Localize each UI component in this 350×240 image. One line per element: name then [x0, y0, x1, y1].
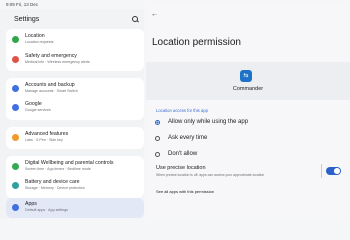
item-sublabel: Screen time · App timers · Bedtime mode: [25, 167, 91, 171]
item-sublabel: Medical info · Wireless emergency alerts: [25, 60, 90, 64]
option-label: Don't allow: [168, 151, 198, 157]
item-sublabel: Storage · Memory · Device protection: [25, 186, 85, 190]
settings-pane: Settings Location Location requests Safe…: [0, 9, 144, 218]
settings-group-5: Apps Default apps · App settings: [6, 198, 144, 218]
item-sublabel: Labs · S Pen · Side key: [25, 138, 63, 142]
divider: [321, 164, 322, 178]
commander-app-icon: ⇆: [240, 70, 252, 82]
option-dont-allow[interactable]: Don't allow: [154, 149, 344, 163]
settings-item-battery[interactable]: Battery and device care Storage · Memory…: [6, 176, 144, 196]
wellbeing-icon: [12, 163, 19, 170]
item-sublabel: Google services: [25, 108, 51, 112]
google-icon: [12, 104, 19, 111]
radio-selected-icon[interactable]: [155, 120, 160, 125]
item-label: Location: [25, 33, 45, 39]
item-label: Battery and device care: [25, 179, 80, 185]
settings-group-2: Accounts and backup Manage accounts · Sm…: [6, 78, 144, 120]
option-ask-every-time[interactable]: Ask every time: [154, 133, 344, 147]
settings-title: Settings: [14, 16, 40, 23]
app-header: ⇆ Commander: [146, 62, 350, 100]
precise-location-description: When precise location is off, apps can a…: [156, 173, 265, 177]
settings-item-advanced[interactable]: Advanced features Labs · S Pen · Side ke…: [6, 128, 144, 148]
option-allow-while-using[interactable]: Allow only while using the app: [154, 117, 344, 131]
accounts-icon: [12, 85, 19, 92]
settings-group-4: Digital Wellbeing and parental controls …: [6, 156, 144, 198]
settings-item-wellbeing[interactable]: Digital Wellbeing and parental controls …: [6, 157, 144, 177]
item-label: Safety and emergency: [25, 53, 77, 59]
radio-unselected-icon[interactable]: [155, 152, 160, 157]
item-sublabel: Location requests: [25, 40, 54, 44]
settings-header: Settings: [8, 15, 140, 27]
screen: 9:09 Fri, 13 Dec 97% Settings Location L…: [0, 0, 350, 218]
item-label: Apps: [25, 201, 37, 207]
item-label: Advanced features: [25, 131, 69, 137]
battery-care-icon: [12, 182, 19, 189]
item-sublabel: Manage accounts · Smart Switch: [25, 89, 78, 93]
item-label: Digital Wellbeing and parental controls: [25, 160, 114, 166]
option-label: Ask every time: [168, 135, 208, 141]
clock-text: 9:09: [6, 2, 15, 7]
option-label: Allow only while using the app: [168, 119, 249, 125]
settings-item-google[interactable]: Google Google services: [6, 98, 144, 118]
settings-item-apps[interactable]: Apps Default apps · App settings: [6, 198, 144, 218]
settings-item-accounts[interactable]: Accounts and backup Manage accounts · Sm…: [6, 79, 144, 99]
see-all-apps-link[interactable]: See all apps with this permission: [156, 189, 214, 194]
precise-location-toggle[interactable]: [326, 167, 341, 175]
date-text: Fri, 13 Dec: [16, 2, 39, 7]
location-icon: [12, 36, 19, 43]
status-bar: 9:09 Fri, 13 Dec 97%: [0, 0, 350, 211]
advanced-features-icon: [12, 134, 19, 141]
radio-unselected-icon[interactable]: [155, 136, 160, 141]
section-label: Location access for this app: [156, 108, 208, 113]
settings-item-safety[interactable]: Safety and emergency Medical info · Wire…: [6, 50, 144, 70]
item-label: Google: [25, 101, 42, 107]
search-icon[interactable]: [132, 16, 138, 22]
safety-icon: [12, 56, 19, 63]
item-label: Accounts and backup: [25, 82, 75, 88]
status-time: 9:09 Fri, 13 Dec: [6, 2, 38, 7]
permission-pane: ← Location permission ⇆ Commander Locati…: [146, 9, 350, 218]
page-title: Location permission: [152, 37, 241, 48]
settings-group-1: Location Location requests Safety and em…: [6, 29, 144, 71]
settings-item-location[interactable]: Location Location requests: [6, 30, 144, 50]
apps-icon: [12, 204, 19, 211]
item-sublabel: Default apps · App settings: [25, 208, 68, 212]
settings-group-3: Advanced features Labs · S Pen · Side ke…: [6, 127, 144, 149]
app-name: Commander: [232, 86, 264, 92]
back-arrow-icon[interactable]: ←: [151, 11, 159, 19]
precise-location-title: Use precise location: [156, 165, 206, 171]
